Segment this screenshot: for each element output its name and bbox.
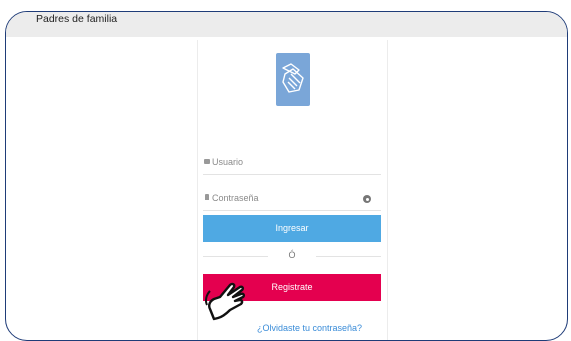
hand-pointer-icon	[205, 282, 246, 321]
lock-icon	[205, 194, 209, 200]
user-icon	[204, 159, 210, 164]
eye-icon[interactable]	[363, 195, 371, 203]
username-input[interactable]	[212, 154, 362, 170]
page-title: Padres de familia	[36, 13, 118, 25]
divider-line-right	[316, 256, 381, 257]
or-divider: Ó	[203, 248, 381, 266]
username-field	[203, 152, 381, 175]
hands-icon	[282, 63, 304, 93]
app-frame: Padres de familia Ingresar	[5, 11, 568, 341]
header-bar: Padres de familia	[6, 12, 567, 37]
password-input[interactable]	[212, 190, 362, 206]
password-field	[203, 188, 381, 211]
login-button[interactable]: Ingresar	[203, 215, 381, 242]
or-text: Ó	[288, 250, 296, 260]
app-logo	[276, 53, 310, 106]
